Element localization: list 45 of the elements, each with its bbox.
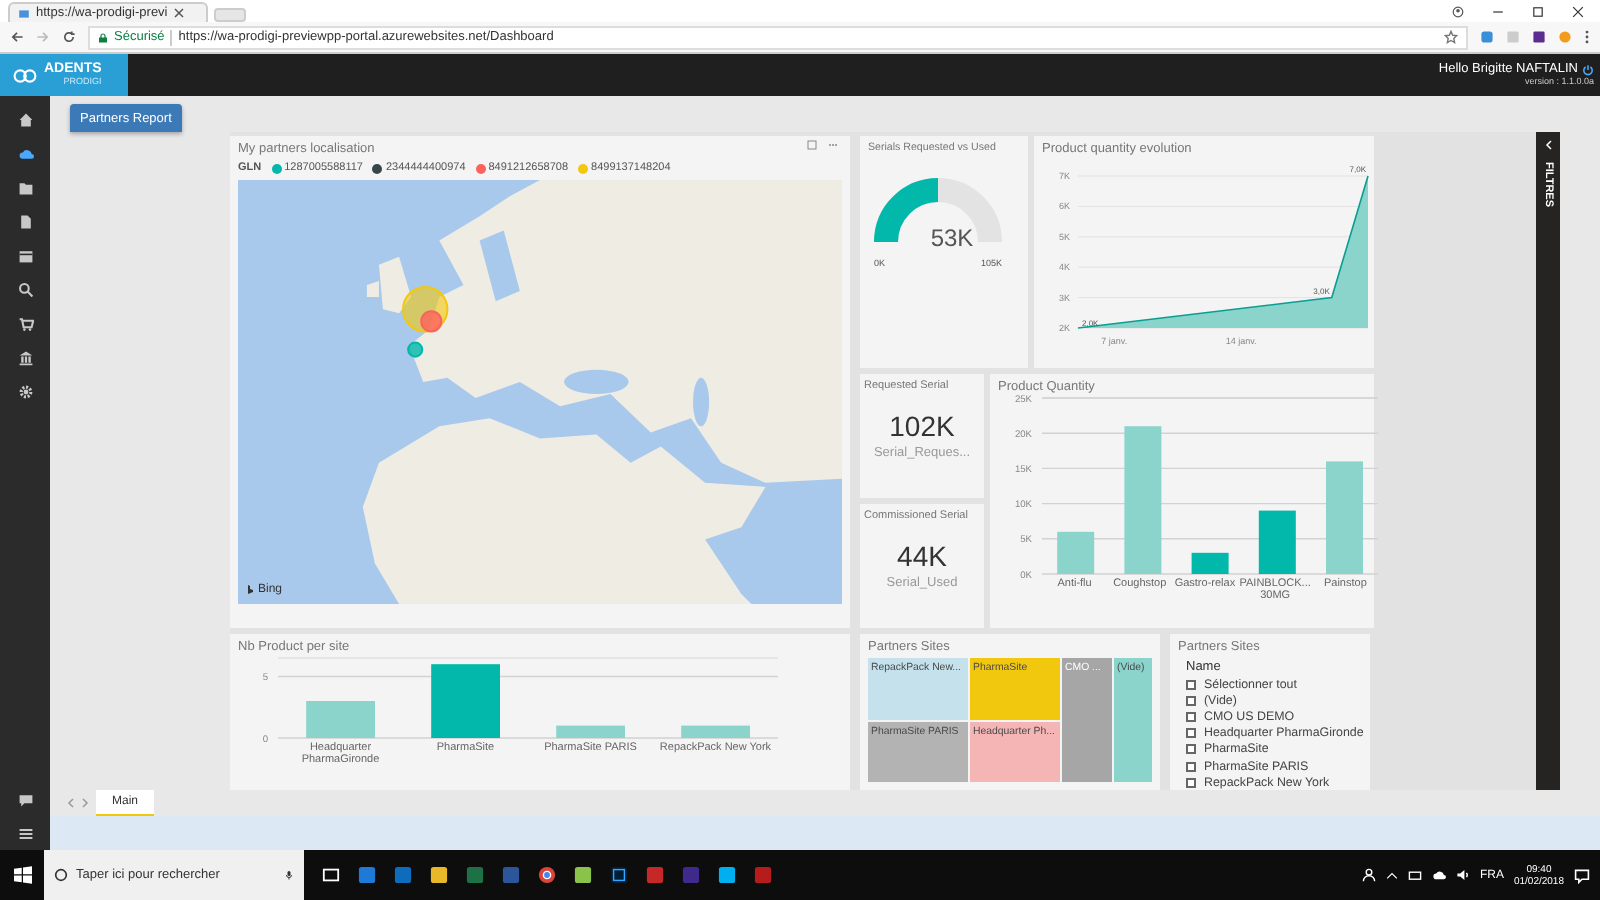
checkbox[interactable] [1186, 679, 1196, 690]
checkbox[interactable] [1186, 711, 1196, 722]
gear-icon[interactable] [17, 384, 33, 400]
page-icon [18, 7, 30, 19]
person-icon[interactable] [1361, 868, 1376, 882]
close-icon[interactable] [173, 8, 184, 18]
network-icon[interactable] [1407, 868, 1422, 882]
circle-icon [54, 868, 68, 882]
microphone-icon[interactable] [284, 868, 294, 882]
cloud-icon[interactable] [1431, 868, 1446, 882]
menu-icon[interactable] [1584, 30, 1590, 44]
home-icon[interactable] [17, 112, 33, 128]
caret-up-icon[interactable] [1385, 869, 1398, 881]
star-icon[interactable] [1444, 30, 1458, 44]
reload-icon[interactable] [62, 30, 76, 44]
windows-icon[interactable] [13, 866, 31, 884]
notification-icon[interactable] [1574, 867, 1590, 883]
gauge-value: 53K [930, 224, 974, 252]
account-icon[interactable] [1452, 5, 1464, 17]
calendar-icon[interactable] [17, 248, 33, 264]
minimize-icon[interactable] [1492, 5, 1504, 17]
back-icon[interactable] [10, 30, 24, 44]
volume-icon[interactable] [1455, 868, 1470, 882]
checkbox[interactable] [1186, 777, 1196, 788]
document-icon[interactable] [17, 214, 33, 230]
folder-icon[interactable] [17, 180, 33, 196]
cart-icon[interactable] [17, 316, 33, 332]
logo-icon [12, 67, 38, 83]
card-value: 102K [889, 410, 955, 442]
checkbox[interactable] [1186, 744, 1196, 755]
card-value: 44K [897, 540, 947, 572]
cloud-icon[interactable] [17, 146, 33, 162]
checkbox[interactable] [1186, 695, 1196, 706]
menu-icon[interactable] [17, 826, 33, 842]
bing-logo-icon [246, 584, 256, 596]
chat-icon[interactable] [17, 792, 33, 808]
close-icon[interactable] [1572, 5, 1584, 17]
building-icon[interactable] [17, 350, 33, 366]
power-icon[interactable] [1582, 63, 1594, 76]
checkbox[interactable] [1186, 728, 1196, 739]
maximize-icon[interactable] [1532, 5, 1544, 17]
search-icon[interactable] [17, 282, 33, 298]
task-view-icon[interactable] [322, 866, 340, 884]
checkbox[interactable] [1186, 761, 1196, 772]
lock-icon [98, 31, 108, 43]
